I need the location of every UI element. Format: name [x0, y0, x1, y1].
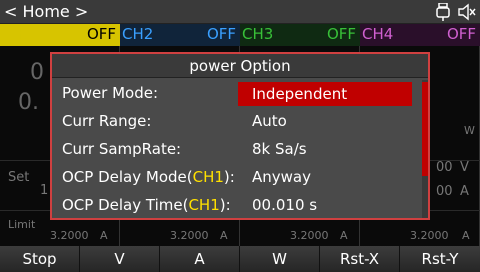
speaker-muted-icon[interactable] [458, 3, 476, 21]
channel-tag: CH1 [192, 168, 224, 186]
channel-name: CH1 [2, 25, 34, 43]
power-option-dialog: power Option Power Mode: Independent Cur… [50, 52, 430, 220]
channel-name: CH2 [122, 25, 154, 43]
unit-v: V [460, 160, 469, 175]
channel-tab-ch4[interactable]: CH4 OFF [360, 24, 480, 46]
dialog-title: power Option [52, 54, 428, 78]
ocp-delay-time-row[interactable]: OCP Delay Time(CH1): 00.010 s [52, 192, 422, 220]
limit-unit: A [220, 229, 228, 242]
limit-unit: A [340, 229, 348, 242]
channel-tag: CH1 [188, 196, 220, 214]
ocp-delay-mode-row[interactable]: OCP Delay Mode(CH1): Anyway [52, 164, 422, 192]
limit-value: 3.2000 [410, 229, 449, 242]
channel-name: CH3 [242, 25, 274, 43]
limit-value: 3.2000 [50, 229, 89, 242]
ch4-value-digit: 00 [436, 160, 453, 175]
power-mode-label: Power Mode: [62, 84, 159, 102]
unit-w: W [464, 124, 475, 137]
channel-state: OFF [206, 25, 236, 43]
channel-tab-ch3[interactable]: CH3 OFF [240, 24, 360, 46]
channel-state: OFF [326, 25, 356, 43]
channel-tab-ch2[interactable]: CH2 OFF [120, 24, 240, 46]
softkey-rst-y[interactable]: Rst-Y [400, 246, 480, 272]
limit-value: 3.2000 [290, 229, 329, 242]
curr-samprate-label: Curr SampRate: [62, 140, 182, 158]
channel-state: OFF [446, 25, 476, 43]
softkey-a[interactable]: A [160, 246, 240, 272]
channel-state: OFF [86, 25, 116, 43]
ch1-current-digit: 0. [18, 90, 39, 115]
limit-unit: A [462, 229, 470, 242]
curr-range-label: Curr Range: [62, 112, 152, 130]
softkey-w[interactable]: W [240, 246, 320, 272]
ocp-delay-mode-label: OCP Delay Mode(CH1): [62, 168, 235, 186]
curr-range-value[interactable]: Auto [252, 112, 287, 130]
ch1-set-digit: 1 [40, 183, 49, 198]
power-mode-row[interactable]: Power Mode: Independent [52, 80, 422, 108]
power-mode-value[interactable]: Independent [238, 82, 412, 106]
ch4-value-digit: 00 [436, 184, 453, 199]
curr-samprate-value[interactable]: 8k Sa/s [252, 140, 307, 158]
unit-a: A [460, 184, 469, 199]
limit-value: 3.2000 [170, 229, 209, 242]
ocp-delay-mode-value[interactable]: Anyway [252, 168, 311, 186]
channel-tab-ch1[interactable]: CH1 OFF [0, 24, 120, 46]
set-label: Set [8, 170, 30, 185]
dialog-scrollbar[interactable] [422, 80, 428, 218]
limit-unit: A [100, 229, 108, 242]
softkey-v[interactable]: V [80, 246, 160, 272]
ch1-voltage-digit: 0 [30, 60, 44, 85]
ocp-delay-time-value[interactable]: 00.010 s [252, 196, 317, 214]
home-button[interactable]: < Home > [4, 2, 88, 21]
softkey-rst-x[interactable]: Rst-X [320, 246, 400, 272]
limit-label: Limit [8, 218, 36, 231]
curr-range-row[interactable]: Curr Range: Auto [52, 108, 422, 136]
scrollbar-thumb[interactable] [422, 82, 428, 176]
channel-name: CH4 [362, 25, 394, 43]
usb-icon [436, 3, 450, 21]
curr-samprate-row[interactable]: Curr SampRate: 8k Sa/s [52, 136, 422, 164]
softkey-stop[interactable]: Stop [0, 246, 80, 272]
ocp-delay-time-label: OCP Delay Time(CH1): [62, 196, 231, 214]
